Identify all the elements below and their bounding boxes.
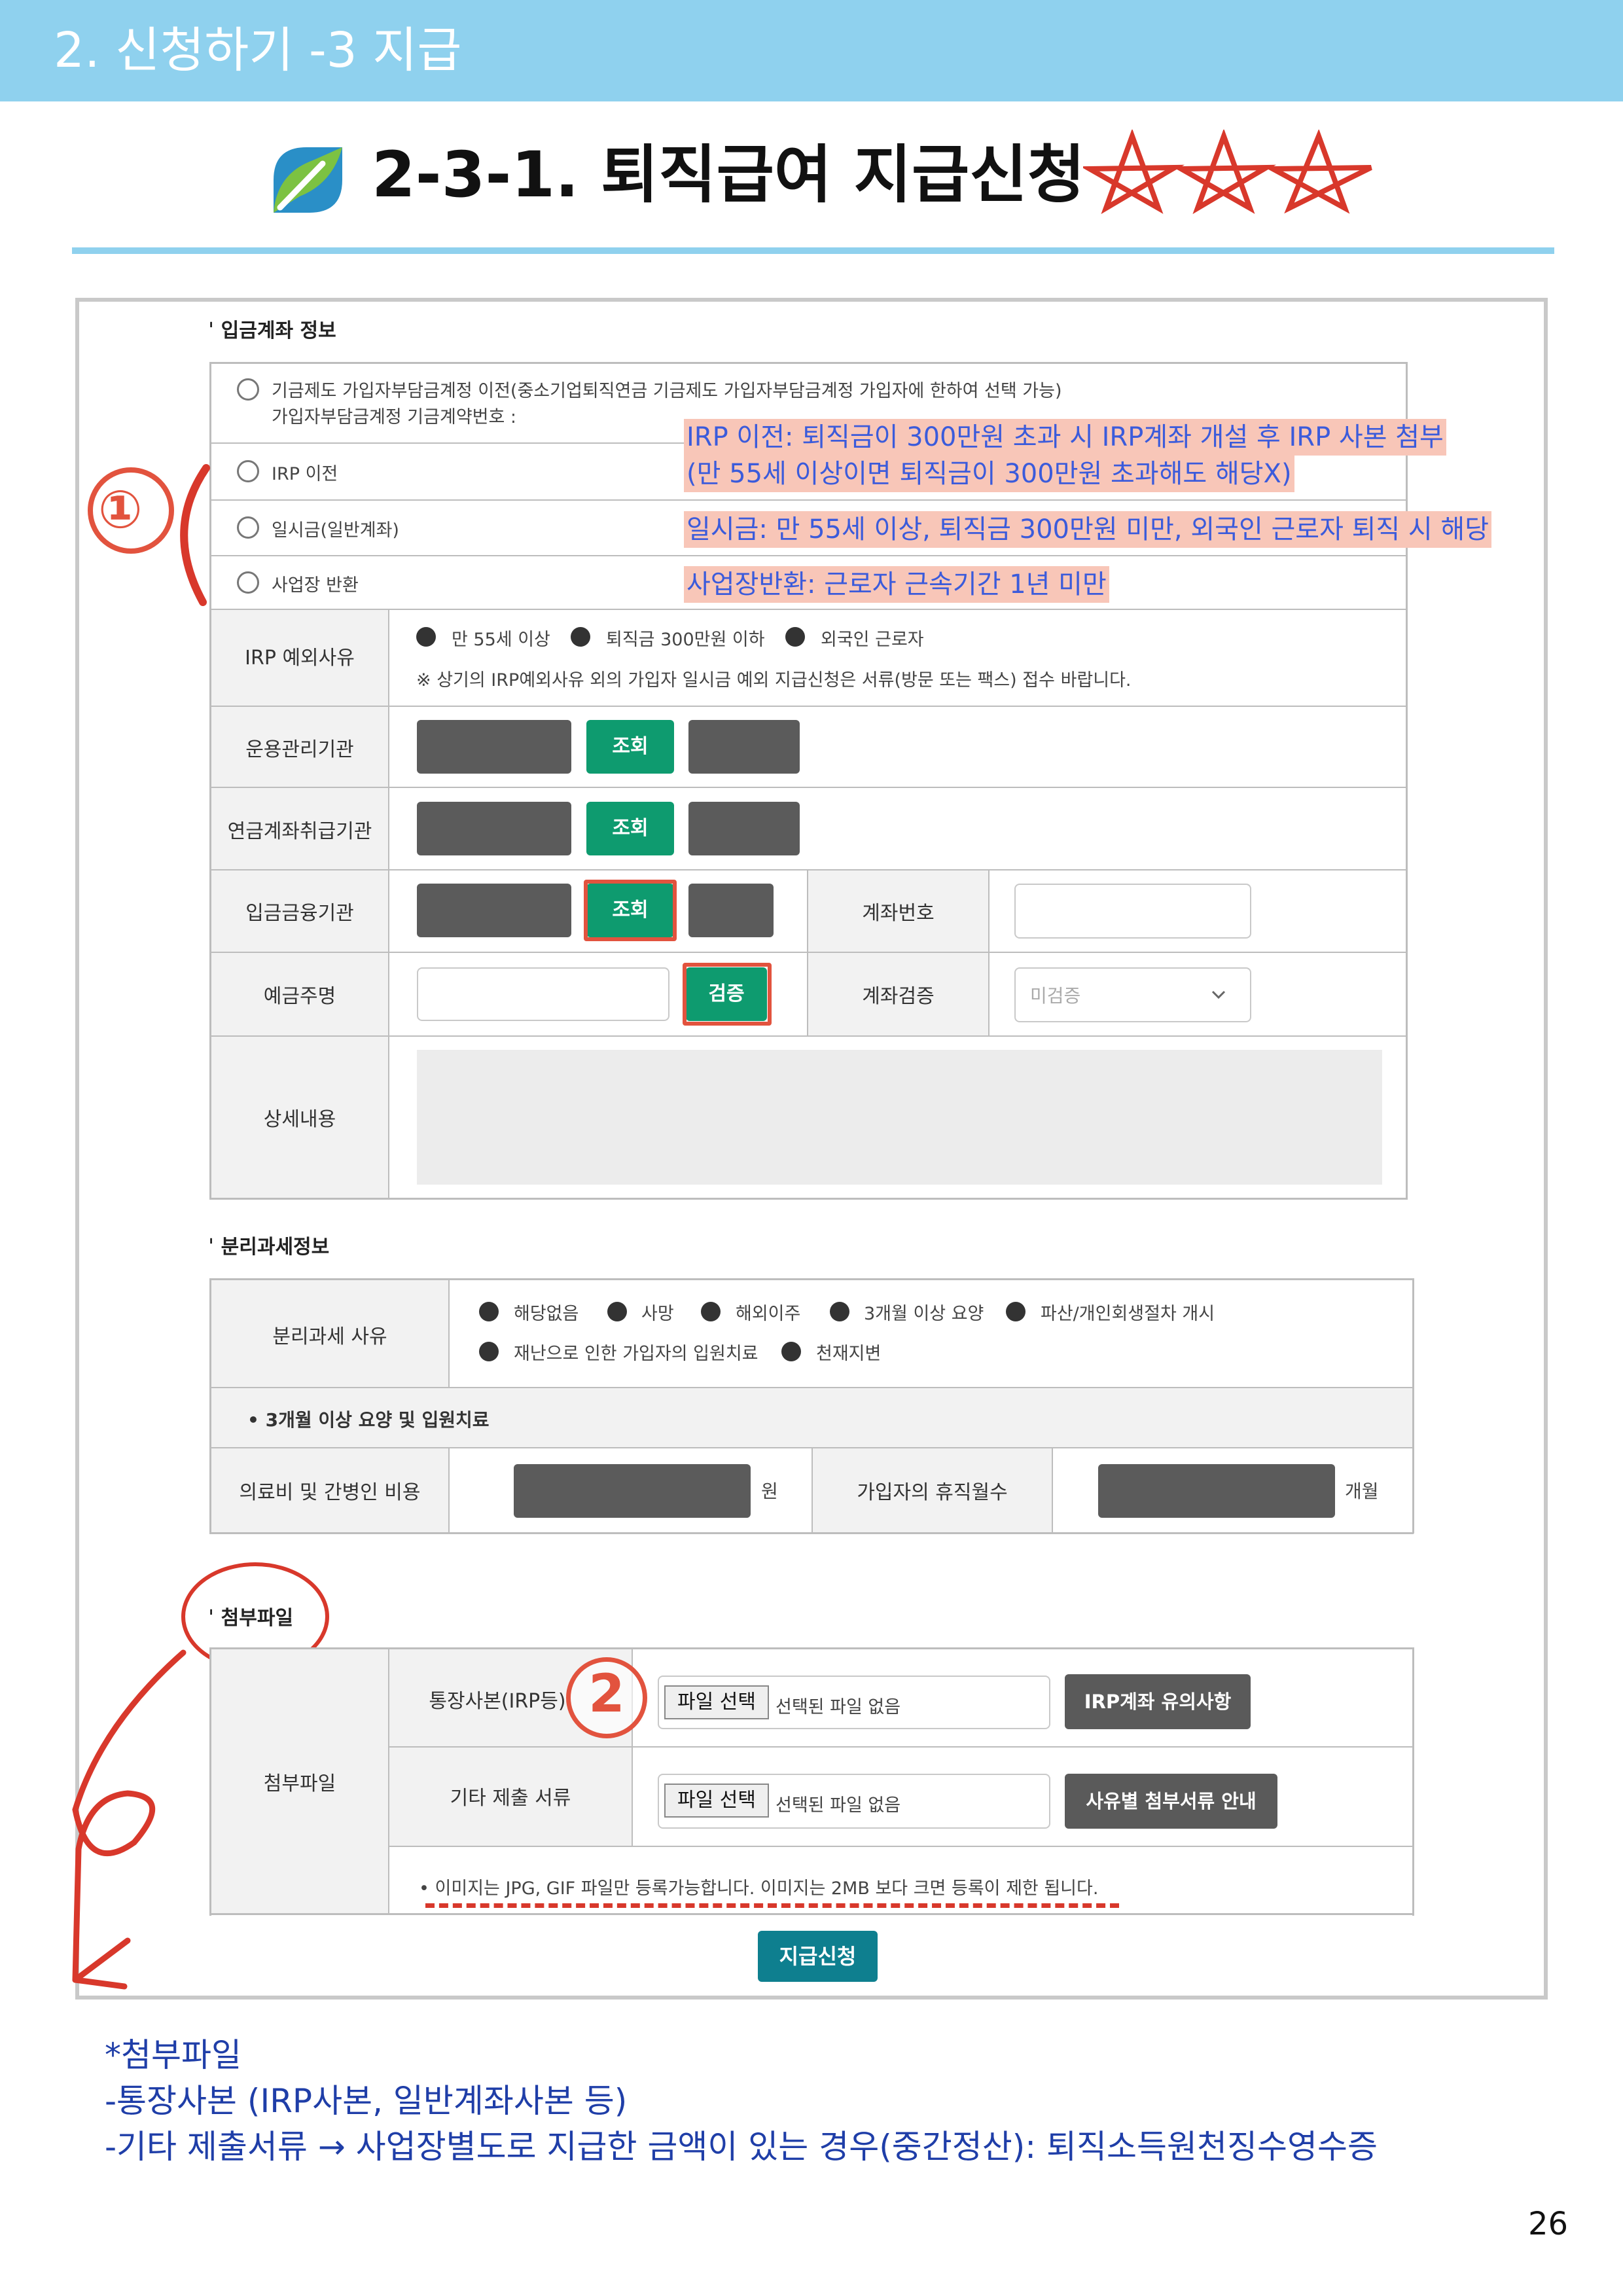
option-fund-transfer-label: 기금제도 가입자부담금계정 이전(중소기업퇴직연금 기금제도 가입자부담금계정 … bbox=[272, 381, 1062, 401]
medical-cost-label: 의료비 및 간병인 비용 bbox=[239, 1481, 421, 1504]
detail-label: 상세내용 bbox=[263, 1108, 336, 1131]
account-number-input[interactable] bbox=[1014, 884, 1251, 939]
highlight-lookup-box bbox=[584, 880, 677, 941]
account-number-label: 계좌번호 bbox=[862, 902, 935, 925]
won-unit: 원 bbox=[761, 1480, 778, 1502]
annotation-irp-age: (만 55세 이상이면 퇴직금이 300만원 초과해도 해당X) bbox=[684, 456, 1294, 492]
three-stars-icon bbox=[1083, 130, 1372, 215]
irp-reason-amount-radio[interactable] bbox=[571, 627, 590, 647]
step-2-marker: 2 bbox=[588, 1663, 625, 1724]
pension-field[interactable] bbox=[417, 802, 571, 855]
tax-bankruptcy-label: 파산/개인회생절차 개시 bbox=[1041, 1304, 1215, 1324]
irp-notice-button[interactable]: IRP계좌 유의사항 bbox=[1065, 1674, 1251, 1729]
section-title: 2. 신청하기 -3 지급 bbox=[54, 22, 462, 79]
attachment-notes: *첨부파일 -통장사본 (IRP사본, 일반계좌사본 등) -기타 제출서류 →… bbox=[105, 2032, 1378, 2170]
option-irp-label: IRP 이전 bbox=[272, 464, 338, 484]
tax-disaster-label: 재난으로 인한 가입자의 입원치료 bbox=[514, 1344, 758, 1364]
tax-recuperation-radio[interactable] bbox=[830, 1302, 849, 1321]
bankbook-no-file-text: 선택된 파일 없음 bbox=[776, 1697, 901, 1717]
attach-section-label: ˈ 첨부파일 bbox=[208, 1607, 294, 1630]
attach-note: • 이미지는 JPG, GIF 파일만 등록가능합니다. 이미지는 2MB 보다… bbox=[419, 1878, 1099, 1899]
chevron-down-icon bbox=[1211, 990, 1226, 999]
option-lumpsum-radio[interactable] bbox=[237, 516, 259, 539]
medical-cost-field[interactable] bbox=[514, 1464, 751, 1518]
attach-label: 첨부파일 bbox=[263, 1772, 336, 1795]
irp-reason-age-label: 만 55세 이상 bbox=[452, 630, 550, 650]
submit-payment-button[interactable]: 지급신청 bbox=[758, 1931, 878, 1982]
irp-reason-foreign-label: 외국인 근로자 bbox=[821, 630, 924, 650]
leave-months-field[interactable] bbox=[1098, 1464, 1335, 1518]
option-workplace-return-label: 사업장 반환 bbox=[272, 575, 359, 596]
option-workplace-return-radio[interactable] bbox=[237, 571, 259, 594]
page-title: 2-3-1. 퇴직급여 지급신청 bbox=[372, 138, 1085, 211]
tax-natural-disaster-label: 천재지변 bbox=[816, 1344, 882, 1364]
other-docs-choose-file-button[interactable]: 파일 선택 bbox=[664, 1784, 769, 1818]
leaf-logo-icon bbox=[274, 147, 342, 213]
tax-death-radio[interactable] bbox=[607, 1302, 627, 1321]
note-line: -기타 제출서류 → 사업장별도로 지급한 금액이 있는 경우(중간정산): 퇴… bbox=[105, 2128, 1378, 2166]
note-line: -통장사본 (IRP사본, 일반계좌사본 등) bbox=[105, 2082, 628, 2120]
account-verify-label: 계좌검증 bbox=[862, 985, 935, 1008]
irp-reason-foreign-radio[interactable] bbox=[785, 627, 805, 647]
attachment-guide-button[interactable]: 사유별 첨부서류 안내 bbox=[1065, 1774, 1277, 1829]
option-irp-radio[interactable] bbox=[237, 460, 259, 482]
pension-lookup-button[interactable]: 조회 bbox=[586, 802, 674, 855]
deposit-bank-label: 입금금융기관 bbox=[245, 902, 354, 925]
deposit-bank-field[interactable] bbox=[417, 884, 571, 937]
tax-natural-disaster-radio[interactable] bbox=[781, 1342, 801, 1361]
holder-label: 예금주명 bbox=[263, 985, 336, 1008]
irp-reason-label: IRP 예외사유 bbox=[245, 647, 355, 670]
tax-none-radio[interactable] bbox=[479, 1302, 499, 1321]
page-number: 26 bbox=[1528, 2206, 1569, 2242]
title-divider bbox=[72, 247, 1554, 254]
tax-emigration-radio[interactable] bbox=[701, 1302, 721, 1321]
highlight-verify-box bbox=[683, 963, 772, 1026]
option-fund-contract-label: 가입자부담금계정 기금계약번호 : bbox=[272, 407, 517, 427]
holder-input[interactable] bbox=[417, 967, 669, 1021]
annotation-irp: IRP 이전: 퇴직금이 300만원 초과 시 IRP계좌 개설 후 IRP 사… bbox=[684, 419, 1446, 456]
tax-bankruptcy-radio[interactable] bbox=[1006, 1302, 1026, 1321]
manager-field[interactable] bbox=[417, 720, 571, 774]
tax-reason-label: 분리과세 사유 bbox=[272, 1325, 387, 1348]
dashed-underline bbox=[425, 1903, 1119, 1908]
tax-none-label: 해당없음 bbox=[514, 1304, 579, 1324]
tax-emigration-label: 해외이주 bbox=[736, 1304, 801, 1324]
tax-disaster-radio[interactable] bbox=[479, 1342, 499, 1361]
pension-name-field[interactable] bbox=[688, 802, 800, 855]
manager-label: 운용관리기관 bbox=[245, 738, 354, 761]
manager-lookup-button[interactable]: 조회 bbox=[586, 720, 674, 774]
irp-reason-note: ※ 상기의 IRP예외사유 외의 가입자 일시금 예외 지급신청은 서류(방문 … bbox=[416, 670, 1132, 691]
step-1-marker: ① bbox=[98, 479, 143, 540]
other-docs-no-file-text: 선택된 파일 없음 bbox=[776, 1795, 901, 1816]
leave-months-label: 가입자의 휴직월수 bbox=[857, 1481, 1008, 1504]
detail-textarea[interactable] bbox=[417, 1050, 1382, 1185]
option-fund-transfer-radio[interactable] bbox=[237, 378, 259, 401]
deposit-section-label: ˈ 입금계좌 정보 bbox=[208, 319, 336, 342]
manager-name-field[interactable] bbox=[688, 720, 800, 774]
note-line: *첨부파일 bbox=[105, 2036, 241, 2074]
pension-label: 연금계좌취급기관 bbox=[227, 820, 372, 843]
tax-recuperation-label: 3개월 이상 요양 bbox=[864, 1304, 984, 1324]
tax-section-label: ˈ 분리과세정보 bbox=[208, 1236, 330, 1259]
bankbook-choose-file-button[interactable]: 파일 선택 bbox=[664, 1685, 769, 1719]
option-lumpsum-label: 일시금(일반계좌) bbox=[272, 520, 399, 541]
deposit-bank-name-field[interactable] bbox=[688, 884, 774, 937]
tax-death-label: 사망 bbox=[641, 1304, 674, 1324]
other-docs-label: 기타 제출 서류 bbox=[450, 1787, 571, 1810]
annotation-workplace-return: 사업장반환: 근로자 근속기간 1년 미만 bbox=[684, 566, 1109, 603]
irp-reason-amount-label: 퇴직금 300만원 이하 bbox=[606, 630, 765, 650]
verify-status-value: 미검증 bbox=[1030, 985, 1081, 1007]
annotation-lumpsum: 일시금: 만 55세 이상, 퇴직금 300만원 미만, 외국인 근로자 퇴직 … bbox=[684, 511, 1492, 548]
tax-sub-heading: • 3개월 이상 요양 및 입원치료 bbox=[247, 1409, 490, 1431]
months-unit: 개월 bbox=[1345, 1480, 1379, 1502]
irp-reason-age-radio[interactable] bbox=[416, 627, 436, 647]
